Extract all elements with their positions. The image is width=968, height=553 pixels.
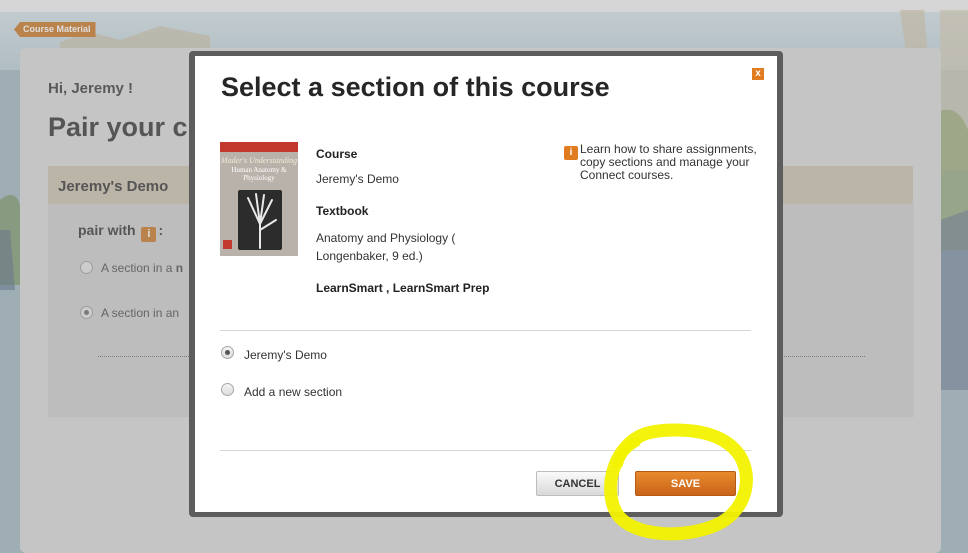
cover-title-line-2: Human Anatomy & Physiology xyxy=(231,166,287,182)
section-option-new-section[interactable]: Add a new section xyxy=(244,385,342,399)
section-option-jeremys-demo[interactable]: Jeremy's Demo xyxy=(244,348,327,362)
save-button[interactable]: SAVE xyxy=(635,471,736,496)
cancel-button[interactable]: CANCEL xyxy=(536,471,619,496)
publisher-logo xyxy=(223,240,232,249)
info-icon[interactable]: i xyxy=(564,146,578,160)
section-radio-new-section[interactable] xyxy=(221,383,234,396)
course-label: Course xyxy=(316,147,358,161)
modal-title: Select a section of this course xyxy=(221,72,610,102)
help-link-text[interactable]: Learn how to share assignments, copy sec… xyxy=(580,143,765,182)
divider-top xyxy=(220,330,751,331)
section-radio-jeremys-demo[interactable] xyxy=(221,346,234,359)
divider-bottom xyxy=(220,450,751,451)
course-value: Jeremy's Demo xyxy=(316,172,399,186)
cover-title-line-1: Mader's Understanding xyxy=(220,156,298,165)
xray-hand-graphic xyxy=(247,193,277,249)
products-label: LearnSmart , LearnSmart Prep xyxy=(316,281,490,295)
cover-stripe xyxy=(220,142,298,152)
textbook-cover-image: Mader's Understanding Human Anatomy & Ph… xyxy=(220,142,298,256)
textbook-label: Textbook xyxy=(316,204,369,218)
textbook-value: Anatomy and Physiology ( Longenbaker, 9 … xyxy=(316,231,456,263)
close-icon[interactable]: x xyxy=(752,68,764,80)
